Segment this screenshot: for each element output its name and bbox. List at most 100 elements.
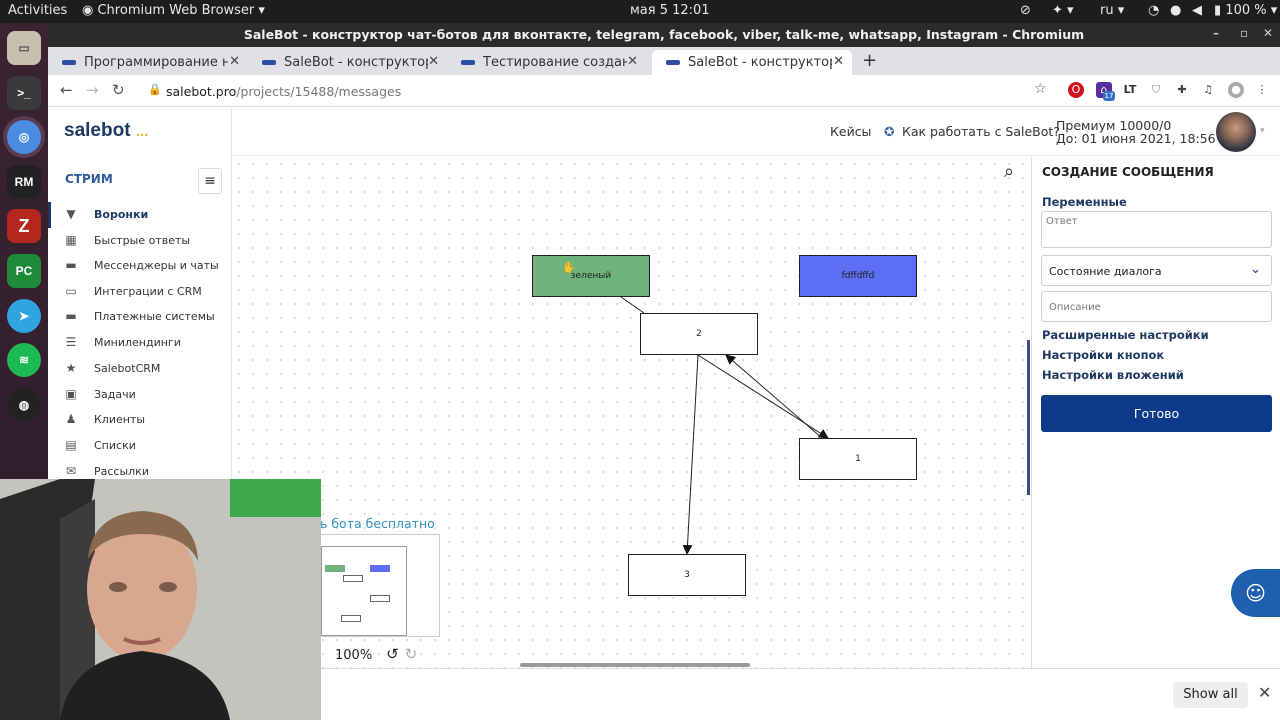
accessibility-icon[interactable]: ✦ ▾ [1052, 3, 1074, 18]
button-settings-link[interactable]: Настройки кнопок [1042, 348, 1164, 362]
pycharm-icon[interactable]: PC [7, 254, 41, 288]
minimap-viewport[interactable] [321, 546, 407, 636]
webcam-overlay [0, 479, 321, 720]
close-tab-icon[interactable]: ✕ [627, 54, 638, 69]
sidebar-item-salebotcrm[interactable]: ★ SalebotCRM [64, 357, 161, 379]
battery-indicator[interactable]: ▮ 100 % ▾ [1214, 3, 1277, 18]
close-tab-icon[interactable]: ✕ [229, 54, 240, 69]
attachment-settings-link[interactable]: Настройки вложений [1042, 368, 1184, 382]
tab-salebot-1[interactable]: SaleBot - конструктор ч ✕ [248, 50, 447, 75]
canvas-horizontal-scrollbar[interactable] [520, 663, 750, 667]
redo-icon[interactable]: ↻ [405, 645, 418, 663]
opera-extension-icon[interactable]: O [1068, 82, 1084, 98]
close-window-button[interactable]: ✕ [1263, 26, 1273, 40]
media-control-icon[interactable]: ♫ [1200, 82, 1216, 98]
chat-icon: ▬ [65, 258, 77, 272]
salebot-favicon [461, 60, 475, 65]
description-input[interactable]: Описание [1041, 291, 1272, 322]
telegram-icon[interactable]: ➤ [7, 299, 41, 333]
tab-testing[interactable]: Тестирование созданн ✕ [447, 50, 646, 75]
reload-button[interactable]: ↻ [112, 81, 125, 99]
variables-link[interactable]: Переменные [1042, 195, 1127, 209]
activities-button[interactable]: Activities [8, 3, 67, 18]
url-bar[interactable]: 🔒 salebot.pro/projects/15488/messages [148, 80, 1028, 102]
app-menu[interactable]: ◉ Chromium Web Browser ▾ [82, 3, 265, 18]
crm-icon: ▭ [65, 284, 77, 298]
chromium-dock-icon[interactable]: ◎ [7, 120, 41, 154]
chevron-down-icon[interactable]: ▾ [1260, 126, 1265, 136]
node-1[interactable]: 1 [799, 438, 917, 480]
update-icon[interactable]: ⊘ [1020, 3, 1031, 18]
filezilla-icon[interactable]: Z [7, 209, 41, 243]
minimize-button[interactable]: – [1213, 26, 1219, 40]
extensions-puzzle-icon[interactable]: ✚ [1174, 82, 1190, 98]
search-icon[interactable]: ⌕ [1004, 161, 1014, 182]
sidebar-item-funnels[interactable]: ▼ Воронки [64, 203, 148, 225]
profile-icon[interactable]: ● [1228, 82, 1244, 98]
bookmark-star-icon[interactable]: ☆ [1034, 81, 1047, 97]
advanced-settings-link[interactable]: Расширенные настройки [1042, 328, 1209, 342]
volume-icon[interactable]: ◀ [1192, 3, 1202, 18]
salebot-favicon [62, 60, 76, 65]
minimap-node [325, 565, 345, 572]
mic-icon[interactable]: ● [1170, 3, 1181, 18]
undo-icon[interactable]: ↺ [386, 645, 399, 663]
free-bot-link[interactable]: ь бота бесплатно [320, 516, 435, 531]
chevron-down-icon: ⌄ [1250, 262, 1261, 277]
panel-scrollbar[interactable] [1027, 340, 1030, 495]
connector-2-to-1[interactable] [697, 354, 829, 439]
rubymine-icon[interactable]: RM [7, 165, 41, 199]
filter-icon: ▼ [66, 207, 76, 221]
spotify-icon[interactable]: ≋ [7, 343, 41, 377]
sidebar-item-messengers[interactable]: ▬ Мессенджеры и чаты [64, 254, 218, 276]
avatar[interactable] [1216, 112, 1256, 152]
sidebar-item-payments[interactable]: ▬ Платежные системы [64, 305, 214, 327]
new-tab-button[interactable]: + [862, 50, 877, 71]
forward-button[interactable]: → [86, 81, 99, 99]
minimap[interactable] [320, 534, 440, 637]
sidebar-item-clients[interactable]: ♟ Клиенты [64, 408, 145, 430]
window-title-bar: SaleBot - конструктор чат-ботов для вкон… [48, 23, 1280, 47]
sidebar-item-landings[interactable]: ☰ Минилендинги [64, 331, 181, 353]
dialog-state-select[interactable]: Состояние диалога ⌄ [1041, 255, 1272, 286]
node-green[interactable]: зеленый [532, 255, 650, 297]
language-indicator[interactable]: ru ▾ [1100, 3, 1124, 18]
how-it-works-link[interactable]: Как работать с SaleBot? [902, 124, 1060, 139]
obs-icon[interactable]: ◍ [7, 388, 41, 422]
back-button[interactable]: ← [60, 81, 73, 99]
cases-link[interactable]: Кейсы [830, 124, 871, 139]
hamburger-menu-icon[interactable]: ≡ [198, 168, 222, 194]
tab-salebot-active[interactable]: SaleBot - конструктор ч ✕ [652, 50, 852, 75]
answer-textarea[interactable]: Ответ [1041, 211, 1272, 248]
node-2[interactable]: 2 [640, 313, 758, 355]
sidebar-item-crm[interactable]: ▭ Интеграции с CRM [64, 280, 201, 302]
terminal-icon[interactable]: >_ [7, 76, 41, 110]
sidebar-item-quick-replies[interactable]: ▦ Быстрые ответы [64, 229, 190, 251]
zoom-level: 100% ↺ ↻ [335, 645, 418, 663]
chromium-icon: ◉ [82, 3, 94, 18]
clock[interactable]: мая 5 12:01 [630, 3, 710, 18]
browser-menu-icon[interactable]: ⋮ [1254, 82, 1270, 98]
connector-1-to-2[interactable] [725, 354, 823, 439]
webcam-person-image [0, 479, 321, 720]
show-all-button[interactable]: Show all [1173, 682, 1248, 708]
maximize-button[interactable]: ▫ [1240, 26, 1248, 40]
sidebar-item-lists[interactable]: ▤ Списки [64, 434, 136, 456]
close-tab-icon[interactable]: ✕ [833, 54, 844, 69]
tab-programming[interactable]: Программирование на ✕ [48, 50, 248, 75]
close-tab-icon[interactable]: ✕ [428, 54, 439, 69]
connector-green-to-2[interactable] [620, 296, 645, 314]
shield-extension-icon[interactable]: ⛉ [1148, 82, 1164, 98]
node-3[interactable]: 3 [628, 554, 746, 596]
node-blue[interactable]: fdffdffd [799, 255, 917, 297]
sidebar-item-tasks[interactable]: ▣ Задачи [64, 383, 135, 405]
page-header: Кейсы ✪ Как работать с SaleBot? Премиум … [232, 108, 1280, 156]
close-downloads-icon[interactable]: ✕ [1258, 683, 1271, 702]
connector-2-to-3[interactable] [682, 354, 699, 555]
files-icon[interactable]: ▭ [7, 31, 41, 65]
chatbot-widget-icon[interactable]: ☺ [1231, 569, 1280, 617]
translate-extension-icon[interactable]: LT [1122, 82, 1138, 98]
done-button[interactable]: Готово [1041, 395, 1272, 432]
wifi-icon[interactable]: ◔ [1148, 3, 1159, 18]
salebot-logo[interactable]: salebot ... [64, 120, 148, 142]
